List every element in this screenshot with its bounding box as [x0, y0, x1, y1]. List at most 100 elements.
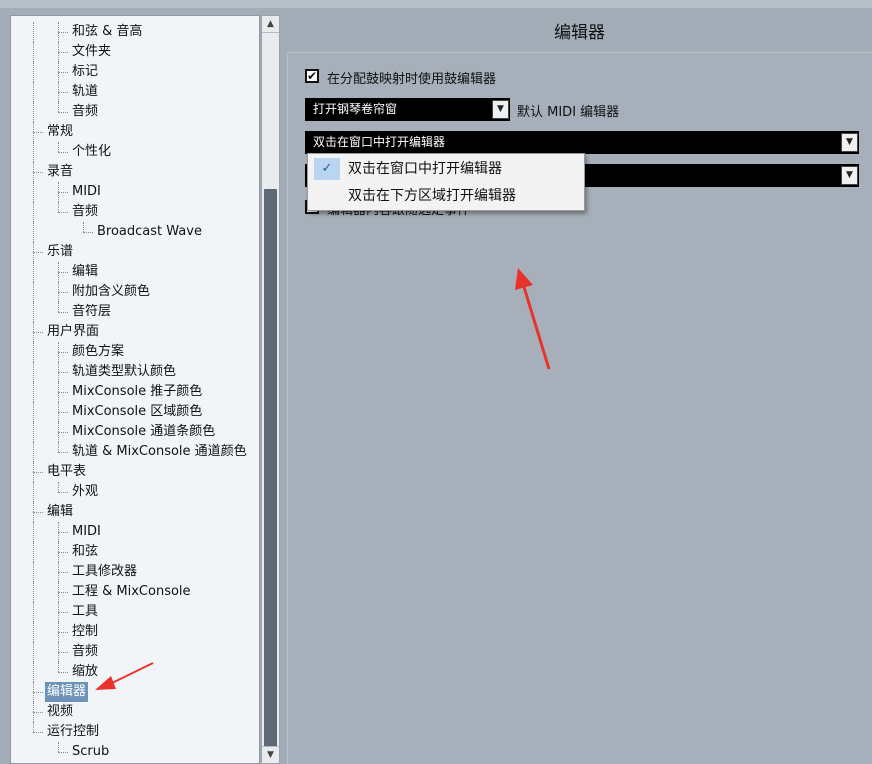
tree-guide-line — [33, 642, 34, 662]
tree-item[interactable]: MixConsole 推子颜色 — [11, 382, 259, 402]
tree-item-label: 运行控制 — [47, 724, 100, 739]
tree-guide-line — [33, 622, 34, 642]
dropdown-option[interactable]: ✓ 双击在窗口中打开编辑器 — [310, 156, 584, 182]
tree-scrollbar[interactable]: ▲ ▼ — [261, 15, 280, 764]
tree-item-label: MixConsole 推子颜色 — [72, 384, 203, 399]
tree-item[interactable]: 附加含义颜色 — [11, 282, 259, 302]
dropdown-arrow-icon[interactable]: ▼ — [492, 100, 509, 119]
scroll-up-button[interactable]: ▲ — [262, 16, 279, 33]
tree-guide-line — [33, 182, 34, 202]
page-title: 编辑器 — [287, 15, 872, 53]
tree-guide-line — [33, 512, 43, 513]
tree-item[interactable]: 工程 & MixConsole — [11, 582, 259, 602]
tree-guide-line — [58, 352, 68, 353]
editor-open-mode-select[interactable]: 双击在窗口中打开编辑器 ▼ — [305, 131, 859, 154]
default-editor-select[interactable]: 打开钢琴卷帘窗 ▼ — [305, 98, 510, 121]
tree-item[interactable]: 编辑 — [11, 502, 259, 522]
tree-guide-line — [58, 92, 68, 93]
scroll-down-button[interactable]: ▼ — [262, 746, 279, 763]
tree-guide-line — [33, 262, 34, 282]
scrollbar-thumb[interactable] — [264, 189, 277, 749]
tree-item-label: 音频 — [72, 104, 99, 119]
tree-guide-line — [58, 662, 59, 672]
tree-item[interactable]: 外观 — [11, 482, 259, 502]
dropdown-arrow-icon[interactable]: ▼ — [841, 133, 858, 152]
tree-item[interactable]: MIDI — [11, 182, 259, 202]
tree-item-label: 缩放 — [72, 664, 99, 679]
tree-guide-line — [83, 232, 93, 233]
tree-guide-line — [58, 272, 68, 273]
tree-item-label: MixConsole 通道条颜色 — [72, 424, 216, 439]
tree-guide-line — [58, 492, 68, 493]
tree-guide-line — [58, 432, 68, 433]
dropdown-option-label: 双击在下方区域打开编辑器 — [348, 188, 516, 204]
use-drum-editor-checkbox[interactable]: ✔ — [305, 69, 319, 83]
tree-item[interactable]: MixConsole 通道条颜色 — [11, 422, 259, 442]
tree-item-label: 文件夹 — [72, 44, 112, 59]
tree-item[interactable]: 颜色方案 — [11, 342, 259, 362]
checkmark-icon: ✓ — [314, 158, 340, 180]
tree-item-label: 个性化 — [72, 144, 112, 159]
tree-item[interactable]: 音频 — [11, 102, 259, 122]
tree-item[interactable]: MIDI — [11, 522, 259, 542]
tree-guide-line — [58, 32, 68, 33]
dropdown-option[interactable]: 双击在下方区域打开编辑器 — [310, 183, 584, 209]
tree-guide-line — [33, 522, 34, 542]
tree-guide-line — [83, 222, 84, 232]
tree-item[interactable]: 文件夹 — [11, 42, 259, 62]
tree-guide-line — [33, 132, 43, 133]
tree-guide-line — [33, 82, 34, 102]
tree-item[interactable]: 电平表 — [11, 462, 259, 482]
tree-item[interactable]: 轨道类型默认颜色 — [11, 362, 259, 382]
dropdown-arrow-icon[interactable]: ▼ — [841, 166, 858, 185]
tree-item[interactable]: Scrub — [11, 742, 259, 762]
tree-item[interactable]: 控制 — [11, 622, 259, 642]
window-top-edge — [0, 0, 872, 8]
tree-item[interactable]: 标记 — [11, 62, 259, 82]
tree-item[interactable]: 乐谱 — [11, 242, 259, 262]
tree-item-label: 轨道 & MixConsole 通道颜色 — [72, 444, 247, 459]
tree-guide-line — [58, 442, 59, 452]
tree-item[interactable]: 录音 — [11, 162, 259, 182]
tree-item[interactable]: 个性化 — [11, 142, 259, 162]
tree-item[interactable]: 视频 — [11, 702, 259, 722]
tree-item[interactable]: 和弦 & 音高 — [11, 22, 259, 42]
tree-guide-line — [33, 482, 34, 502]
tree-item[interactable]: 轨道 — [11, 82, 259, 102]
tree-item[interactable]: 音符层 — [11, 302, 259, 322]
tree-guide-line — [58, 52, 68, 53]
tree-item[interactable]: 常规 — [11, 122, 259, 142]
tree-guide-line — [33, 202, 34, 222]
tree-guide-line — [58, 152, 68, 153]
tree-item[interactable]: 工具修改器 — [11, 562, 259, 582]
tree-guide-line — [33, 422, 34, 442]
tree-item[interactable]: 音频 — [11, 642, 259, 662]
tree-item-label: MIDI — [72, 524, 101, 539]
tree-item[interactable]: 工具 — [11, 602, 259, 622]
tree-item-label: 和弦 & 音高 — [72, 24, 143, 39]
tree-guide-line — [33, 722, 34, 732]
tree-item-label: 标记 — [72, 64, 99, 79]
tree-item[interactable]: 音频 — [11, 202, 259, 222]
tree-item[interactable]: 用户界面 — [11, 322, 259, 342]
tree-item-label: MIDI — [72, 184, 101, 199]
tree-guide-line — [58, 452, 68, 453]
tree-item[interactable]: MixConsole 区域颜色 — [11, 402, 259, 422]
tree-item[interactable]: 编辑 — [11, 262, 259, 282]
tree-item[interactable]: 缩放 — [11, 662, 259, 682]
tree-item-label: 外观 — [72, 484, 99, 499]
tree-guide-line — [58, 372, 68, 373]
tree-item[interactable]: 轨道 & MixConsole 通道颜色 — [11, 442, 259, 462]
tree-guide-line — [58, 752, 68, 753]
tree-item[interactable]: 运行控制 — [11, 722, 259, 742]
tree-item-label: 音符层 — [72, 304, 112, 319]
tree-guide-line — [33, 302, 34, 322]
tree-guide-line — [58, 572, 68, 573]
tree-item[interactable]: 编辑器 — [11, 682, 259, 702]
tree-item[interactable]: 和弦 — [11, 542, 259, 562]
tree-item-label: 视频 — [47, 704, 74, 719]
tree-guide-line — [33, 542, 34, 562]
tree-item[interactable]: Broadcast Wave — [11, 222, 259, 242]
tree-guide-line — [33, 402, 34, 422]
tree-guide-line — [58, 112, 68, 113]
